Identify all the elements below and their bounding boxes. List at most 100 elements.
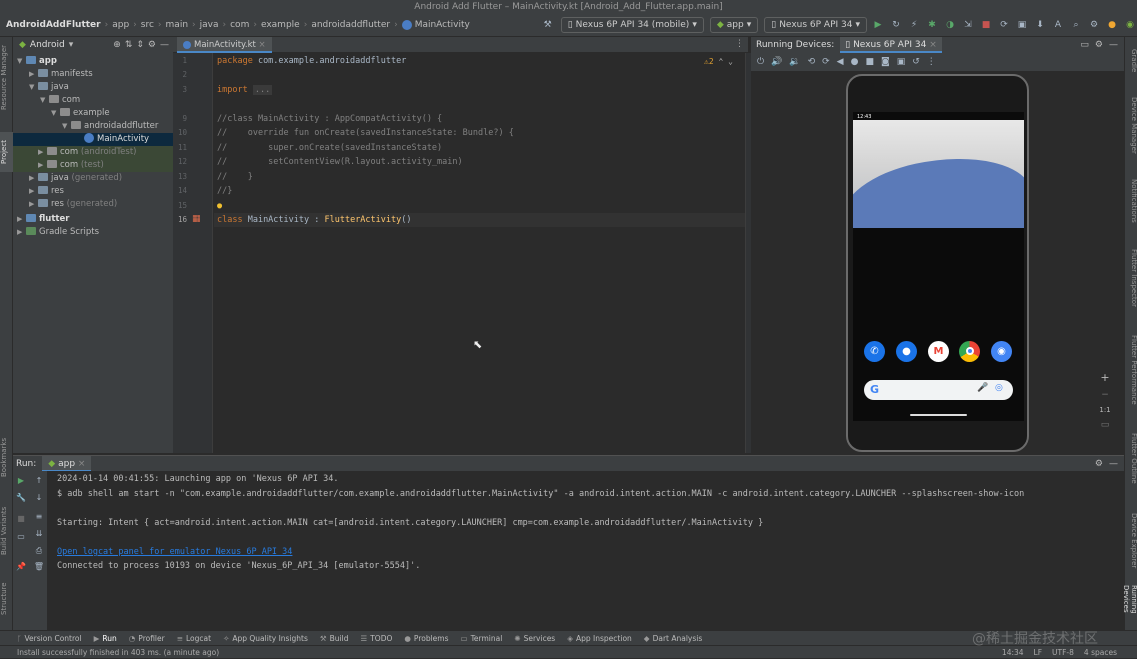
- stop-icon[interactable]: ■: [14, 513, 28, 525]
- screenshot-icon[interactable]: ◙: [881, 57, 890, 67]
- camera-app-icon[interactable]: ◉: [991, 341, 1012, 362]
- project-tab[interactable]: Project: [0, 132, 13, 172]
- hide-icon[interactable]: —: [1109, 459, 1118, 469]
- home-indicator[interactable]: [910, 414, 967, 416]
- rotate-right-icon[interactable]: ⟳: [822, 57, 830, 67]
- print-icon[interactable]: ⎙: [32, 545, 46, 557]
- running-devices-tab[interactable]: Running Devices: [1122, 585, 1137, 629]
- apply-changes-icon[interactable]: ⚡: [907, 18, 921, 32]
- scroll-end-icon[interactable]: ⇊: [32, 528, 46, 540]
- tab-todo[interactable]: ☰ TODO: [360, 634, 392, 643]
- tree-node-com-androidtest[interactable]: ▶ com (androidTest): [13, 146, 173, 159]
- search-icon[interactable]: ⌕: [1069, 18, 1083, 32]
- tab-logcat[interactable]: ≡ Logcat: [177, 634, 211, 643]
- lightbulb-icon[interactable]: ●: [217, 201, 222, 211]
- collapse-all-icon[interactable]: ⇅: [125, 40, 133, 50]
- trash-icon[interactable]: 🗑: [32, 561, 46, 573]
- tab-run-app[interactable]: ◆ app ×: [42, 455, 92, 472]
- volume-up-icon[interactable]: 🔊: [771, 57, 782, 67]
- rotate-left-icon[interactable]: ⟲: [808, 57, 816, 67]
- zoom-out-button[interactable]: −: [1095, 390, 1115, 400]
- code-editor[interactable]: package com.example.androidaddflutter im…: [214, 53, 745, 453]
- tree-node-mainactivity[interactable]: MainActivity: [13, 133, 173, 146]
- debug-icon[interactable]: ✱: [925, 18, 939, 32]
- gmail-app-icon[interactable]: M: [928, 341, 949, 362]
- profile-icon[interactable]: ◑: [943, 18, 957, 32]
- pin-icon[interactable]: 📌: [14, 561, 28, 573]
- breadcrumb-project[interactable]: AndroidAddFlutter: [6, 20, 101, 30]
- close-icon[interactable]: ×: [78, 459, 86, 469]
- file-encoding[interactable]: UTF-8: [1052, 648, 1074, 657]
- tree-node-app[interactable]: ▼ app: [17, 55, 57, 68]
- breadcrumb-com[interactable]: com: [230, 20, 249, 30]
- sync-icon[interactable]: ⟳: [997, 18, 1011, 32]
- gear-icon[interactable]: ⚙: [148, 40, 156, 50]
- home-icon[interactable]: ●: [851, 57, 859, 67]
- layout-icon[interactable]: ▭: [1080, 40, 1089, 50]
- device-screen[interactable]: 12:43 ✆ ● M ◉ G 🎤 ◎: [853, 112, 1024, 421]
- tree-node-manifests[interactable]: ▶ manifests: [29, 68, 93, 81]
- line-separator[interactable]: LF: [1034, 648, 1043, 657]
- overview-icon[interactable]: ■: [865, 57, 874, 67]
- device-explorer-tab[interactable]: Device Explorer: [1126, 513, 1137, 579]
- gear-icon[interactable]: ⚙: [1095, 459, 1103, 469]
- flutter-outline-tab[interactable]: Flutter Outline: [1126, 433, 1137, 493]
- gradle-tab[interactable]: Gradle: [1126, 49, 1137, 79]
- caret-position[interactable]: 14:34: [1002, 648, 1024, 657]
- breadcrumb-src[interactable]: src: [141, 20, 154, 30]
- hammer-icon[interactable]: ⚒: [541, 18, 555, 32]
- tab-profiler[interactable]: ◔ Profiler: [129, 634, 165, 643]
- phone-app-icon[interactable]: ✆: [864, 341, 885, 362]
- soft-wrap-icon[interactable]: ≡: [32, 511, 46, 523]
- more-icon[interactable]: ⋮: [927, 57, 936, 67]
- run-config-selector[interactable]: ◆ app ▾: [709, 17, 759, 33]
- fit-screen-icon[interactable]: ▭: [1095, 420, 1115, 430]
- zoom-in-button[interactable]: +: [1095, 371, 1115, 384]
- reset-icon[interactable]: ↺: [912, 57, 920, 67]
- notifications-tab[interactable]: Notifications: [1126, 179, 1137, 233]
- expand-all-icon[interactable]: ⇕: [136, 40, 144, 50]
- settings-icon[interactable]: ⚙: [1087, 18, 1101, 32]
- tree-node-com-test[interactable]: ▶ com (test): [13, 159, 173, 172]
- rerun-icon[interactable]: ▶: [14, 475, 28, 487]
- tab-build[interactable]: ⚒ Build: [320, 634, 349, 643]
- breadcrumb-file[interactable]: MainActivity: [415, 20, 470, 30]
- chevron-down-icon[interactable]: ▾: [69, 40, 74, 50]
- back-icon[interactable]: ◀: [837, 57, 844, 67]
- device-manager-icon[interactable]: ▣: [1015, 18, 1029, 32]
- tab-version-control[interactable]: ᚴ Version Control: [17, 634, 82, 643]
- device-selector-2[interactable]: ▯ Nexus 6P API 34 ▾: [764, 17, 867, 33]
- chrome-app-icon[interactable]: [959, 341, 980, 362]
- tab-app-inspection[interactable]: ◈ App Inspection: [567, 634, 632, 643]
- restore-layout-icon[interactable]: ▭: [14, 531, 28, 543]
- zoom-1to1-button[interactable]: 1:1: [1095, 406, 1115, 414]
- hide-icon[interactable]: —: [160, 40, 169, 50]
- scroll-down-icon[interactable]: ↓: [32, 492, 46, 504]
- resource-manager-tab[interactable]: Resource Manager: [0, 41, 13, 113]
- tab-dart-analysis[interactable]: ◆ Dart Analysis: [644, 634, 702, 643]
- breadcrumb-package[interactable]: androidaddflutter: [311, 20, 390, 30]
- tree-node-res-generated[interactable]: ▶ res (generated): [29, 198, 117, 211]
- tree-node-gradle-scripts[interactable]: ▶ Gradle Scripts: [17, 226, 99, 239]
- inspection-widget[interactable]: ⚠2 ⌃ ⌄: [704, 57, 733, 66]
- tab-terminal[interactable]: ▭ Terminal: [461, 634, 503, 643]
- breadcrumb-java[interactable]: java: [200, 20, 219, 30]
- tree-node-res[interactable]: ▶ res: [29, 185, 64, 198]
- run-gutter-icon[interactable]: ▦: [192, 214, 201, 224]
- build-variants-tab[interactable]: Build Variants: [0, 502, 13, 560]
- updates-icon[interactable]: ●: [1105, 18, 1119, 32]
- flutter-inspector-tab[interactable]: Flutter Inspector: [1126, 249, 1137, 319]
- status-message[interactable]: Install successfully finished in 403 ms.…: [17, 648, 219, 657]
- power-icon[interactable]: ⏻: [757, 57, 764, 67]
- android-logo-icon[interactable]: ◉: [1123, 18, 1137, 32]
- tree-node-java[interactable]: ▼ java: [29, 81, 69, 94]
- tab-services[interactable]: ✺ Services: [514, 634, 555, 643]
- sdk-manager-icon[interactable]: ⬇: [1033, 18, 1047, 32]
- tree-node-androidaddflutter[interactable]: ▼ androidaddflutter: [62, 120, 158, 133]
- target-icon[interactable]: ⊕: [113, 40, 121, 50]
- device-manager-tab[interactable]: Device Manager: [1126, 97, 1137, 161]
- tree-node-java-generated[interactable]: ▶ java (generated): [29, 172, 122, 185]
- structure-tab[interactable]: Structure: [0, 577, 13, 621]
- wrench-icon[interactable]: 🔧: [14, 492, 28, 504]
- gear-icon[interactable]: ⚙: [1095, 40, 1103, 50]
